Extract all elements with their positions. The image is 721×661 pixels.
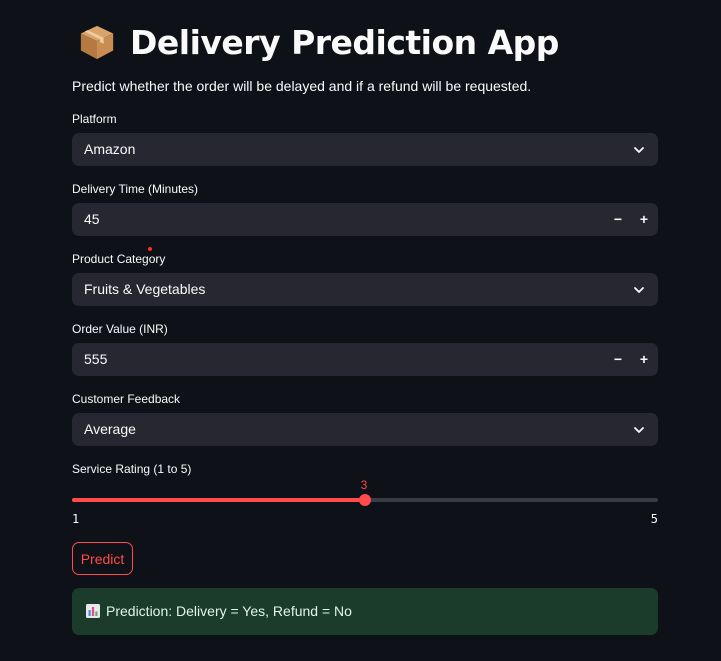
title-row: Delivery Prediction App	[78, 18, 559, 66]
delivery-time-label: Delivery Time (Minutes)	[72, 182, 199, 196]
page-description: Predict whether the order will be delaye…	[72, 78, 532, 94]
chevron-down-icon	[634, 427, 644, 433]
page-title: Delivery Prediction App	[130, 22, 559, 62]
slider-max-label: 5	[650, 512, 658, 526]
platform-value: Amazon	[84, 141, 136, 157]
customer-feedback-select[interactable]: Average	[72, 413, 658, 446]
decorative-dot	[148, 247, 152, 251]
decrement-button[interactable]: −	[606, 347, 630, 372]
product-category-select[interactable]: Fruits & Vegetables	[72, 273, 658, 306]
order-value-field[interactable]: 555 − +	[72, 343, 658, 376]
app-page: Delivery Prediction App Predict whether …	[0, 0, 721, 661]
slider-thumb[interactable]	[359, 494, 371, 506]
decrement-button[interactable]: −	[606, 207, 630, 232]
product-category-label: Product Category	[72, 252, 166, 266]
increment-button[interactable]: +	[632, 207, 656, 232]
chevron-down-icon	[634, 287, 644, 293]
customer-feedback-value: Average	[84, 421, 136, 437]
bar-chart-icon	[86, 604, 100, 618]
platform-select[interactable]: Amazon	[72, 133, 658, 166]
service-rating-slider[interactable]	[72, 494, 658, 506]
package-icon	[80, 25, 114, 60]
prediction-result-box: Prediction: Delivery = Yes, Refund = No	[72, 588, 658, 635]
service-rating-label: Service Rating (1 to 5)	[72, 462, 192, 476]
platform-label: Platform	[72, 112, 117, 126]
order-value-value[interactable]: 555	[84, 343, 107, 376]
customer-feedback-label: Customer Feedback	[72, 392, 181, 406]
slider-fill	[72, 498, 365, 502]
increment-button[interactable]: +	[632, 347, 656, 372]
order-value-label: Order Value (INR)	[72, 322, 168, 336]
predict-button[interactable]: Predict	[72, 542, 133, 575]
slider-value: 3	[360, 478, 368, 492]
prediction-result-text: Prediction: Delivery = Yes, Refund = No	[106, 603, 352, 619]
product-category-value: Fruits & Vegetables	[84, 281, 206, 297]
slider-min-label: 1	[72, 512, 80, 526]
delivery-time-value[interactable]: 45	[84, 203, 100, 236]
delivery-time-field[interactable]: 45 − +	[72, 203, 658, 236]
chevron-down-icon	[634, 147, 644, 153]
